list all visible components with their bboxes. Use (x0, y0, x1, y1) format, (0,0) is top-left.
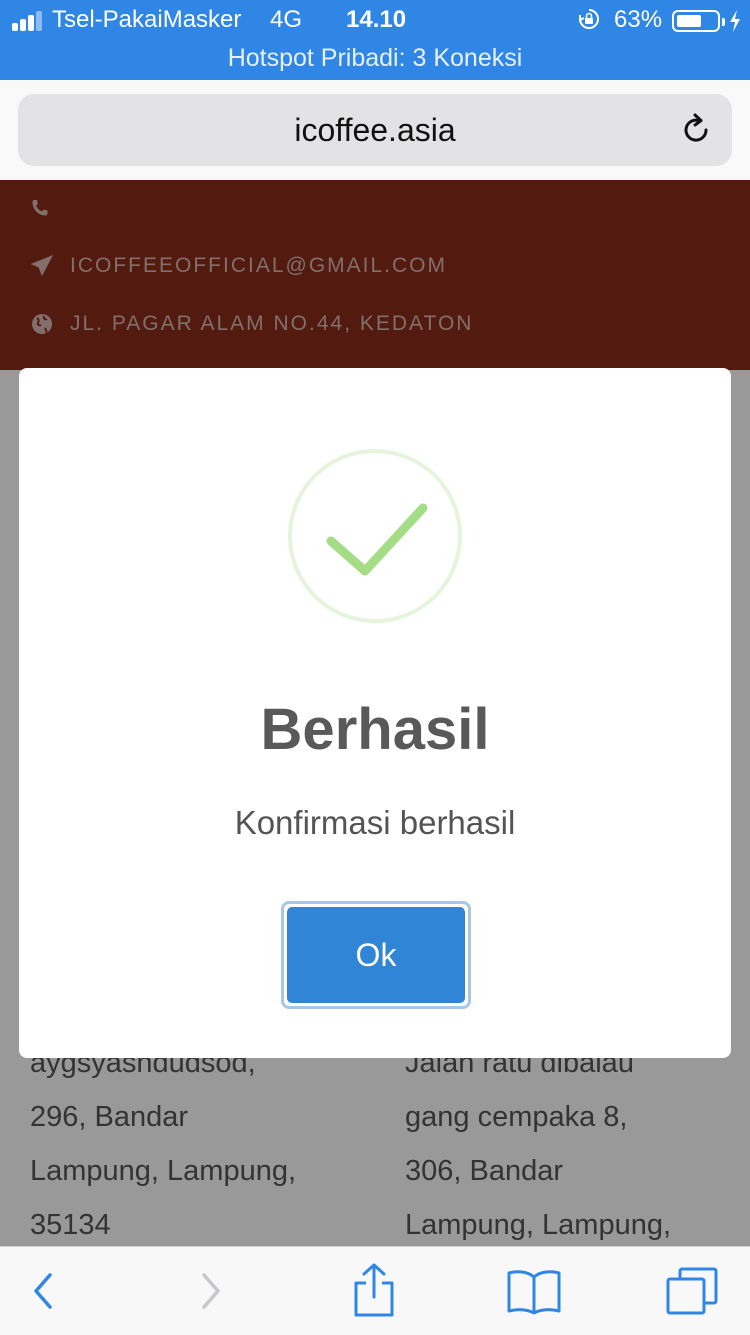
forward-icon[interactable] (196, 1267, 226, 1315)
rotation-lock-icon (579, 9, 599, 29)
clock: 14.10 (346, 6, 407, 33)
battery-percentage: 63% (614, 6, 663, 33)
ok-button[interactable]: Ok (281, 901, 471, 1009)
status-bar: Tsel-PakaiMasker 4G 14.10 63% Hotspot Pr… (0, 0, 750, 80)
url-text[interactable]: icoffee.asia (18, 112, 732, 149)
hotspot-banner[interactable]: Hotspot Pribadi: 3 Koneksi (0, 44, 750, 73)
success-dialog: Berhasil Konfirmasi berhasil Ok (19, 368, 731, 1058)
charging-bolt-icon (730, 10, 740, 32)
dialog-title: Berhasil (260, 697, 490, 762)
reload-icon[interactable] (678, 112, 714, 148)
address-bar[interactable]: icoffee.asia (18, 94, 732, 166)
dialog-message: Konfirmasi berhasil (234, 804, 516, 841)
signal-strength-icon (12, 11, 48, 31)
ok-button-label: Ok (287, 907, 465, 1003)
share-icon[interactable] (350, 1261, 398, 1319)
back-icon[interactable] (28, 1267, 58, 1315)
carrier-name: Tsel-PakaiMasker (52, 6, 242, 33)
bookmarks-icon[interactable] (505, 1267, 563, 1315)
network-type: 4G (270, 6, 303, 33)
tabs-icon[interactable] (664, 1265, 720, 1317)
browser-toolbar (0, 1246, 750, 1335)
success-check-icon (288, 449, 462, 623)
battery-icon (672, 10, 725, 32)
browser-address-area: icoffee.asia (0, 80, 750, 180)
